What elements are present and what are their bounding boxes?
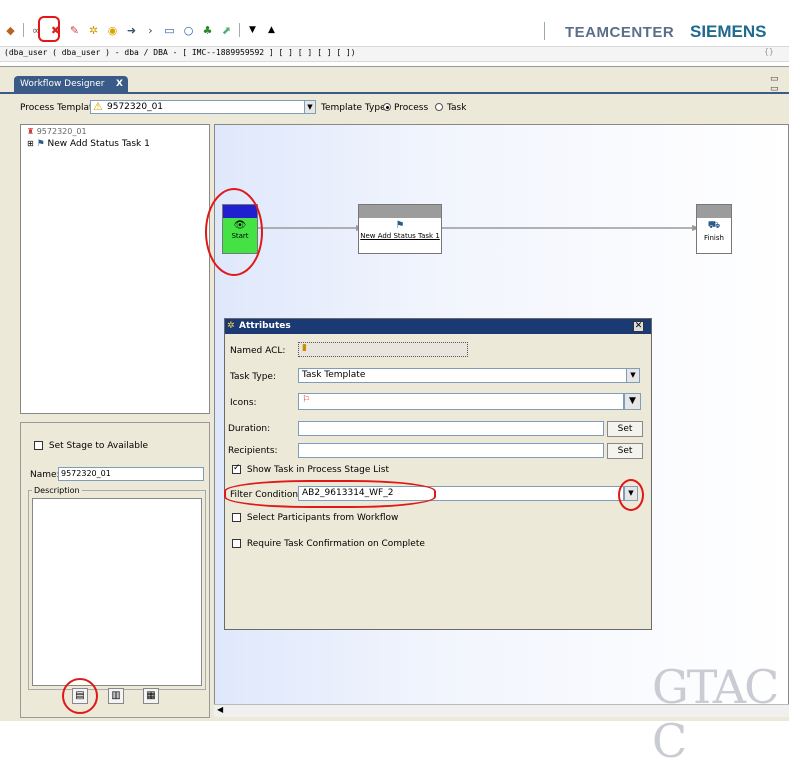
top-toolbar: ◆ ∞ ✖ ✎ ✲ ◉ ➜ › ▭ ○ ♣ ⬈ ▼ ▲ TEAMCENTER S…	[0, 0, 789, 44]
watermark: GTAC C	[652, 660, 779, 768]
node-finish-label: Finish	[704, 234, 724, 242]
task-type-dropdown-icon[interactable]: ▼	[626, 368, 640, 383]
task-icon: ⚐	[302, 395, 311, 405]
arrow-right-icon[interactable]: ›	[144, 24, 157, 37]
require-confirm-label: Require Task Confirmation on Complete	[246, 539, 425, 549]
recipients-label: Recipients:	[228, 446, 278, 456]
minimize-icon[interactable]: ▭ ▭	[770, 74, 789, 94]
radio-process-label: Process	[394, 103, 429, 113]
process-template-dropdown-icon[interactable]: ▼	[304, 100, 316, 114]
annotation-ring-filter	[224, 480, 436, 508]
tab-workflow-designer[interactable]: Workflow Designer X	[14, 76, 128, 92]
square-icon[interactable]: ▭	[163, 24, 176, 37]
select-participants-row: Select Participants from Workflow	[232, 513, 398, 523]
node-finish-header	[697, 205, 731, 218]
recipients-field[interactable]	[298, 443, 604, 458]
node-task[interactable]: ⚑ New Add Status Task 1	[358, 204, 442, 254]
user-context-text: (dba_user ( dba_user ) - dba / DBA - [ I…	[4, 48, 356, 57]
annotation-ring-attributes	[62, 678, 98, 714]
name-field[interactable]: 9572320_01	[58, 467, 204, 481]
signoff-button-icon[interactable]: ▦	[143, 688, 159, 704]
set-stage-checkbox[interactable]	[34, 441, 43, 450]
tree-root[interactable]: ♜ 9572320_01	[27, 127, 87, 136]
show-task-label: Show Task in Process Stage List	[246, 465, 389, 475]
radio-process[interactable]	[383, 103, 391, 111]
tool-5-icon[interactable]: ✲	[87, 24, 100, 37]
root-node-icon: ♜	[27, 127, 35, 136]
template-tree: ♜ 9572320_01 ⊞ ⚑ New Add Status Task 1	[20, 124, 210, 414]
tree-item-label: New Add Status Task 1	[47, 139, 150, 149]
caret-down-icon[interactable]: ▼	[246, 24, 259, 37]
status-task-icon: ⚑	[395, 220, 405, 231]
recipients-set-button[interactable]: Set	[607, 443, 643, 459]
set-stage-label: Set Stage to Available	[48, 441, 149, 451]
name-label: Name:	[30, 470, 60, 480]
attributes-title-text: Attributes	[239, 321, 291, 331]
annotation-ring-filter-dropdown	[618, 479, 644, 511]
tool-1-icon[interactable]: ◆	[4, 24, 17, 37]
show-task-row: Show Task in Process Stage List	[232, 463, 389, 475]
named-acl-label: Named ACL:	[230, 346, 286, 356]
user-context-bar: (dba_user ( dba_user ) - dba / DBA - [ I…	[0, 46, 789, 62]
tab-close-icon[interactable]: X	[116, 76, 123, 92]
task-type-select[interactable]: Task Template	[298, 368, 628, 383]
process-template-value: 9572320_01	[107, 102, 164, 112]
attributes-close-icon[interactable]: ✕	[633, 321, 644, 332]
userbar-right-icon[interactable]: {}	[764, 47, 774, 56]
stage-row: Set Stage to Available	[34, 441, 148, 451]
tree-item-task[interactable]: ⊞ ⚑ New Add Status Task 1	[27, 139, 150, 149]
task-type-label: Task Type:	[230, 372, 276, 382]
select-participants-checkbox[interactable]	[232, 513, 241, 522]
select-participants-label: Select Participants from Workflow	[246, 513, 399, 523]
attributes-title: ✲ Attributes	[225, 319, 651, 334]
tool-6-icon[interactable]: ◉	[106, 24, 119, 37]
tab-underline	[0, 92, 789, 94]
require-confirm-row: Require Task Confirmation on Complete	[232, 539, 425, 549]
duration-field[interactable]	[298, 421, 604, 436]
process-template-label: Process Template	[20, 103, 99, 113]
process-template-field[interactable]: ⚠ 9572320_01	[90, 100, 316, 114]
tool-12-icon[interactable]: ⬈	[220, 24, 233, 37]
template-type-label: Template Type	[321, 103, 386, 113]
show-task-checkbox[interactable]	[232, 463, 241, 474]
duration-set-button[interactable]: Set	[607, 421, 643, 437]
tree-root-label: 9572320_01	[36, 127, 87, 136]
circle-icon[interactable]: ○	[182, 24, 195, 37]
tool-7-icon[interactable]: ➜	[125, 24, 138, 37]
warning-icon: ⚠	[93, 100, 103, 113]
icons-dropdown-icon[interactable]: ▼	[624, 393, 641, 410]
node-finish[interactable]: ⛟ Finish	[696, 204, 732, 254]
scroll-left-icon[interactable]: ◀	[217, 705, 223, 714]
attributes-title-icon: ✲	[227, 321, 235, 331]
icons-label: Icons:	[230, 398, 257, 408]
tool-4-icon[interactable]: ✎	[68, 24, 81, 37]
tab-label: Workflow Designer	[20, 79, 105, 89]
acl-icon: ▮	[302, 343, 307, 353]
caret-up-icon[interactable]: ▲	[265, 24, 278, 37]
description-textarea[interactable]	[32, 498, 202, 686]
expand-icon[interactable]: ⊞	[27, 139, 34, 148]
brand-siemens: SIEMENS	[690, 22, 767, 41]
tree-icon[interactable]: ♣	[201, 24, 214, 37]
duration-label: Duration:	[228, 424, 271, 434]
named-acl-button[interactable]: ▮	[298, 342, 468, 357]
finish-icon: ⛟	[707, 220, 721, 231]
node-task-header	[359, 205, 441, 218]
icons-select[interactable]: ⚐	[298, 393, 624, 410]
task-node-icon: ⚑	[36, 139, 45, 149]
require-confirm-checkbox[interactable]	[232, 539, 241, 548]
description-label: Description	[32, 486, 82, 495]
radio-task[interactable]	[435, 103, 443, 111]
brand-teamcenter: TEAMCENTER	[565, 24, 675, 41]
radio-task-label: Task	[447, 103, 467, 113]
handlers-button-icon[interactable]: ▥	[108, 688, 124, 704]
node-task-label: New Add Status Task 1	[360, 232, 440, 240]
annotation-ring-toolbar	[38, 16, 60, 42]
annotation-ring-start	[205, 188, 263, 276]
toolbar-separator	[544, 22, 545, 40]
